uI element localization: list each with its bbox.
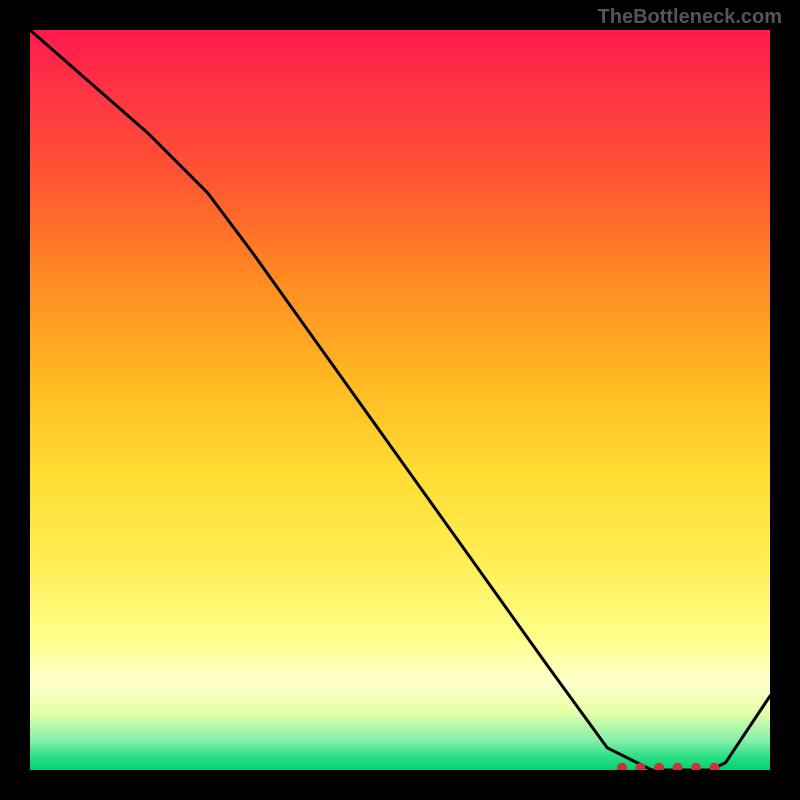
trough-marker xyxy=(654,763,664,770)
trough-marker xyxy=(617,763,627,770)
trough-marker xyxy=(673,763,683,770)
trough-marker xyxy=(691,763,701,770)
line-curve xyxy=(30,30,770,770)
watermark-text: TheBottleneck.com xyxy=(598,6,782,29)
chart-container: TheBottleneck.com xyxy=(0,0,800,800)
plot-area xyxy=(30,30,770,770)
trough-marker xyxy=(710,763,720,770)
